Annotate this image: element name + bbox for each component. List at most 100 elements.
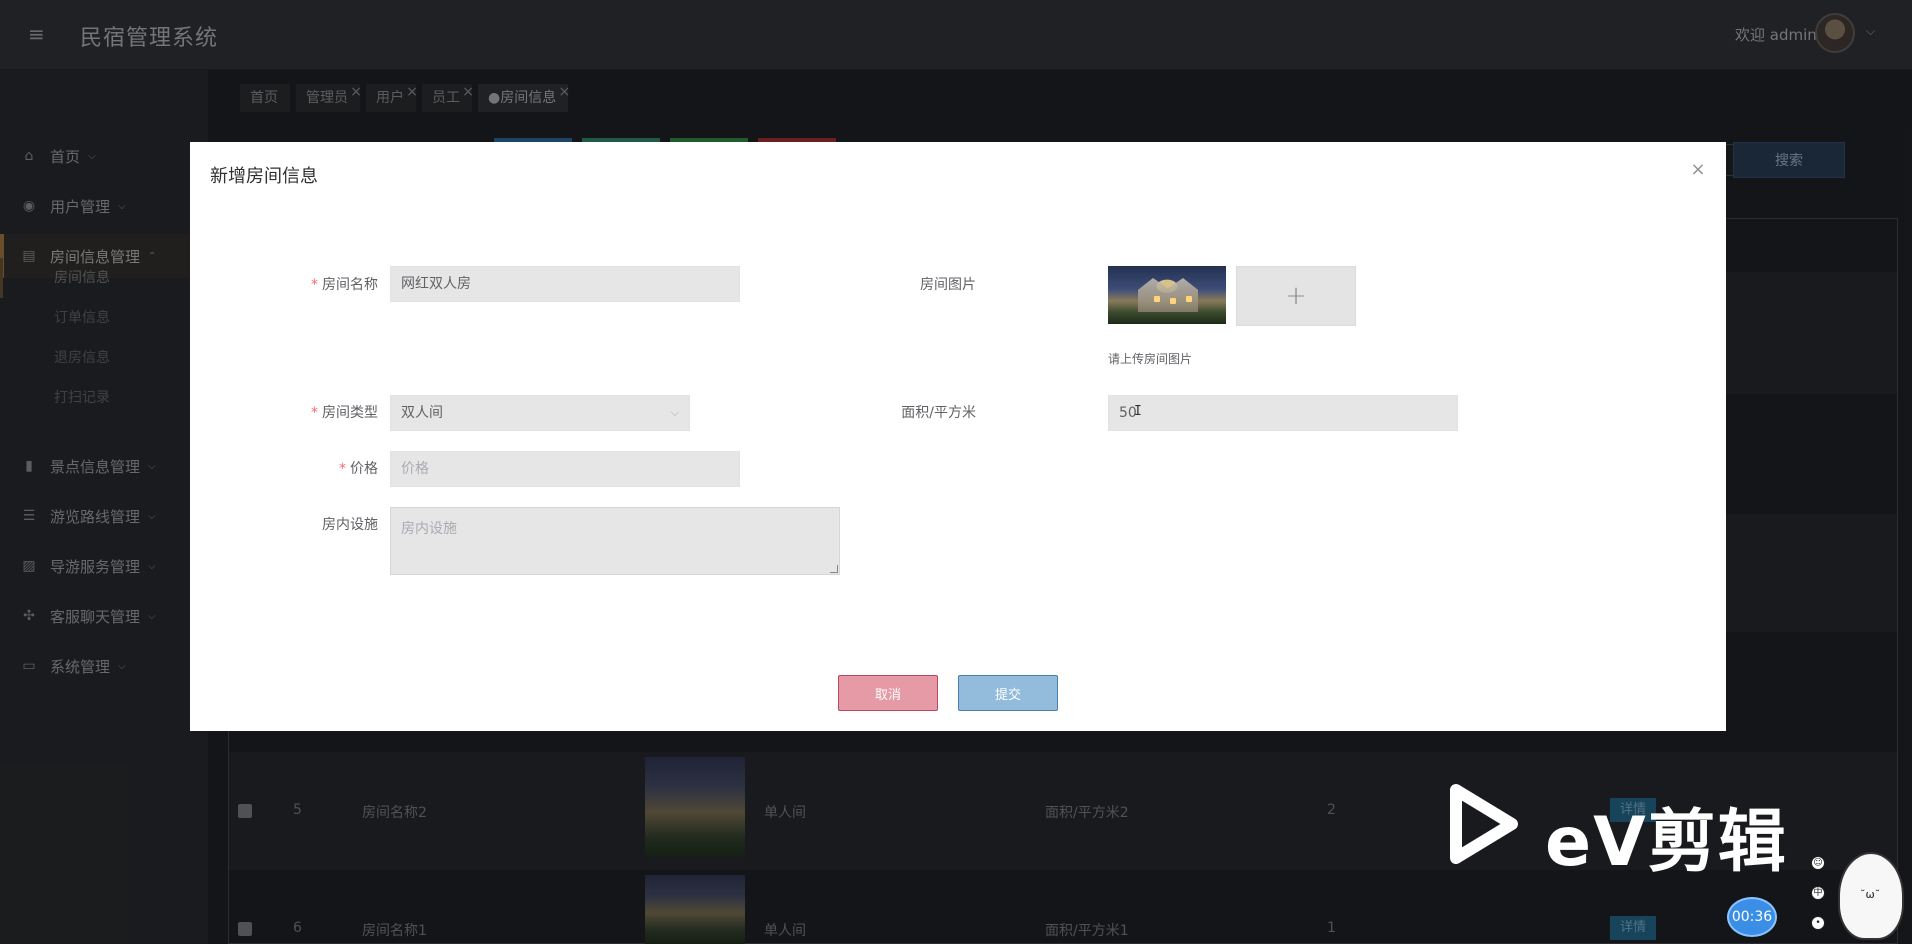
- chevron-down-icon: ⌵: [88, 150, 96, 162]
- sidebar-subitem-orders[interactable]: 订单信息: [0, 298, 208, 338]
- tab-users[interactable]: 用户 ×: [366, 84, 418, 112]
- tab-staff[interactable]: 员工 ×: [422, 84, 474, 112]
- tab-admins[interactable]: 管理员 ×: [296, 84, 362, 112]
- menu-toggle-icon[interactable]: ≡: [28, 24, 48, 44]
- dialog-title: 新增房间信息: [210, 166, 318, 187]
- close-icon[interactable]: ×: [462, 78, 474, 106]
- upload-image-button[interactable]: +: [1236, 266, 1356, 326]
- sidebar-item-system[interactable]: ▭ 系统管理 ⌵: [0, 644, 208, 688]
- sidebar-item-label: 用户管理: [50, 197, 111, 216]
- window-light: [1186, 296, 1192, 302]
- row-checkbox[interactable]: [238, 804, 252, 818]
- cancel-button[interactable]: 取消: [838, 675, 938, 711]
- room-type-label-text: 房间类型: [322, 405, 378, 421]
- sidebar-item-attractions[interactable]: ▮ 景点信息管理 ⌵: [0, 444, 208, 488]
- close-icon[interactable]: ×: [558, 78, 570, 106]
- chevron-down-icon: ⌵: [148, 610, 156, 622]
- window-light: [1154, 296, 1160, 302]
- tab-room-info[interactable]: ●房间信息 ×: [478, 84, 570, 112]
- row-area: 面积/平方米2: [1045, 805, 1129, 821]
- row-index: 5: [293, 802, 302, 818]
- sidebar-subitem-cleaning[interactable]: 打扫记录: [0, 378, 208, 418]
- tab-home[interactable]: 首页: [240, 84, 290, 112]
- picture-icon: ▨: [22, 558, 36, 574]
- detail-button[interactable]: 详情: [1610, 916, 1657, 940]
- room-image-label: 房间图片: [920, 277, 976, 293]
- play-logo-icon: [1450, 784, 1518, 864]
- list-icon: ☰: [22, 508, 36, 524]
- app-title: 民宿管理系统: [80, 26, 219, 51]
- emoji-icon[interactable]: ☺: [1811, 856, 1825, 870]
- tab-label: 用户: [376, 90, 404, 106]
- sidebar-item-label: 景点信息管理: [50, 457, 141, 476]
- settings-icon[interactable]: •: [1811, 916, 1825, 930]
- room-image-thumbnail[interactable]: [1108, 266, 1226, 324]
- watermark-text: eV剪辑: [1545, 803, 1788, 882]
- row-room-name: 房间名称1: [362, 923, 427, 939]
- required-mark: *: [339, 461, 346, 477]
- avatar[interactable]: [1815, 13, 1855, 53]
- close-icon[interactable]: ×: [350, 78, 362, 106]
- sidebar-item-users[interactable]: ◉ 用户管理 ⌵: [0, 184, 208, 228]
- area-label: 面积/平方米: [901, 405, 976, 421]
- row-room-image: [645, 757, 745, 857]
- room-name-input[interactable]: 网红双人房: [390, 266, 740, 302]
- sidebar-item-label: 系统管理: [50, 657, 111, 676]
- sidebar-item-label: 游览路线管理: [50, 507, 141, 526]
- chevron-down-icon[interactable]: ⌵: [1866, 24, 1875, 39]
- tab-label: 管理员: [306, 90, 348, 106]
- chevron-down-icon: ⌵: [148, 510, 156, 522]
- sidebar-subitem-checkout[interactable]: 退房信息: [0, 338, 208, 378]
- upload-hint: 请上传房间图片: [1108, 352, 1193, 366]
- price-input[interactable]: 价格: [390, 451, 740, 487]
- monitor-icon: ▭: [22, 658, 36, 674]
- mascot-icon: ˘ω˘: [1838, 852, 1904, 940]
- row-room-type: 单人间: [764, 805, 806, 821]
- facilities-label: 房内设施: [322, 517, 378, 533]
- mascot-face: ˘ω˘: [1860, 888, 1881, 901]
- row-count: 1: [1327, 920, 1336, 936]
- room-name-label: * 房间名称: [258, 274, 378, 294]
- room-name-label-text: 房间名称: [322, 277, 378, 293]
- area-input[interactable]: 50: [1108, 395, 1458, 431]
- sidebar-item-routes[interactable]: ☰ 游览路线管理 ⌵: [0, 494, 208, 538]
- row-room-image: [645, 875, 745, 944]
- room-type-value: 双人间: [401, 405, 443, 421]
- close-icon[interactable]: ×: [1688, 160, 1708, 180]
- room-type-select[interactable]: 双人间 ⌵: [390, 395, 690, 431]
- facilities-placeholder: 房内设施: [401, 521, 457, 537]
- price-label: * 价格: [258, 458, 378, 478]
- resize-handle-icon[interactable]: [830, 565, 838, 573]
- sidebar-item-label: 客服聊天管理: [50, 607, 141, 626]
- tab-label: 员工: [432, 90, 460, 106]
- compass-icon: ◉: [22, 198, 36, 214]
- plus-icon: +: [1285, 281, 1307, 311]
- sidebar-subitem-room-info[interactable]: 房间信息: [0, 258, 208, 298]
- chevron-down-icon: ⌵: [148, 560, 156, 572]
- price-label-text: 价格: [350, 461, 378, 477]
- facilities-textarea[interactable]: 房内设施: [390, 507, 840, 575]
- welcome-text: 欢迎 admin: [1735, 26, 1817, 44]
- submit-button[interactable]: 提交: [958, 675, 1058, 711]
- row-area: 面积/平方米1: [1045, 923, 1129, 939]
- required-mark: *: [311, 277, 318, 293]
- sidebar-item-label: 导游服务管理: [50, 557, 141, 576]
- search-button[interactable]: 搜索: [1733, 142, 1845, 178]
- row-count: 2: [1327, 802, 1336, 818]
- sidebar-item-chat[interactable]: ✣ 客服聊天管理 ⌵: [0, 594, 208, 638]
- tab-label: ●房间信息: [488, 90, 557, 106]
- chevron-down-icon: ⌵: [148, 460, 156, 472]
- window-light: [1170, 298, 1176, 304]
- row-checkbox[interactable]: [238, 922, 252, 936]
- chevron-down-icon: ⌵: [118, 660, 126, 672]
- chevron-down-icon: ⌵: [118, 200, 126, 212]
- close-icon[interactable]: ×: [406, 78, 418, 106]
- chinese-input-icon[interactable]: 中: [1811, 886, 1825, 900]
- row-room-name: 房间名称2: [362, 805, 427, 821]
- add-room-dialog: 新增房间信息 × * 房间名称 网红双人房 房间图片 + 请上传房间图片 * 房间类…: [190, 142, 1726, 731]
- sidebar-item-home[interactable]: ⌂ 首页 ⌵: [0, 134, 208, 178]
- recording-timer: 00:36: [1727, 897, 1777, 937]
- sidebar-item-guides[interactable]: ▨ 导游服务管理 ⌵: [0, 544, 208, 588]
- tab-label: 首页: [250, 90, 278, 106]
- row-index: 6: [293, 920, 302, 936]
